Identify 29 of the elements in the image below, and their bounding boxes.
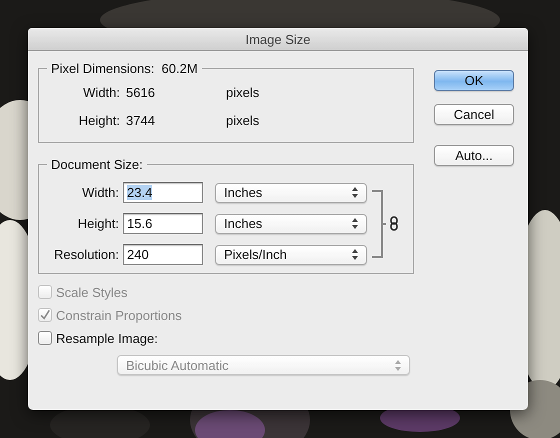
checkbox-label: Resample Image: [56, 330, 158, 346]
field-label: Height: [78, 113, 120, 128]
field-label: Width: [82, 85, 120, 100]
dialog-button[interactable]: Auto... [434, 145, 514, 166]
input-field[interactable]: 23.4 [123, 182, 203, 203]
field-label: Resolution: [52, 247, 119, 262]
field-value: 3744 [125, 113, 156, 128]
stepper-arrows-icon [352, 249, 358, 260]
dialog-button[interactable]: Cancel [434, 104, 514, 125]
dialog-button[interactable]: OK [434, 70, 514, 91]
unit-dropdown[interactable]: Pixels/Inch [215, 244, 367, 264]
group-title: Document Size: [50, 157, 144, 172]
checkbox-label: Constrain Proportions [56, 308, 182, 322]
group-title: Pixel Dimensions: 60.2M [50, 61, 199, 76]
field-value: 5616 [125, 85, 156, 100]
field-label: Width: [81, 185, 119, 200]
stepper-arrows-icon [352, 187, 358, 198]
input-field[interactable]: 240 [123, 244, 203, 265]
field-label: Height: [76, 216, 119, 231]
unit-label: pixels [226, 113, 260, 128]
input-field[interactable]: 15.6 [123, 213, 203, 234]
unit-dropdown[interactable]: Inches [215, 214, 367, 234]
checkbox-label: Scale Styles [56, 284, 128, 300]
checkbox[interactable] [38, 331, 52, 345]
unit-label: pixels [226, 85, 260, 100]
stepper-arrows-icon [352, 218, 358, 229]
window-title: Image Size [245, 32, 311, 46]
unit-dropdown[interactable]: Inches [215, 182, 367, 202]
stepper-arrows-icon [395, 360, 401, 370]
